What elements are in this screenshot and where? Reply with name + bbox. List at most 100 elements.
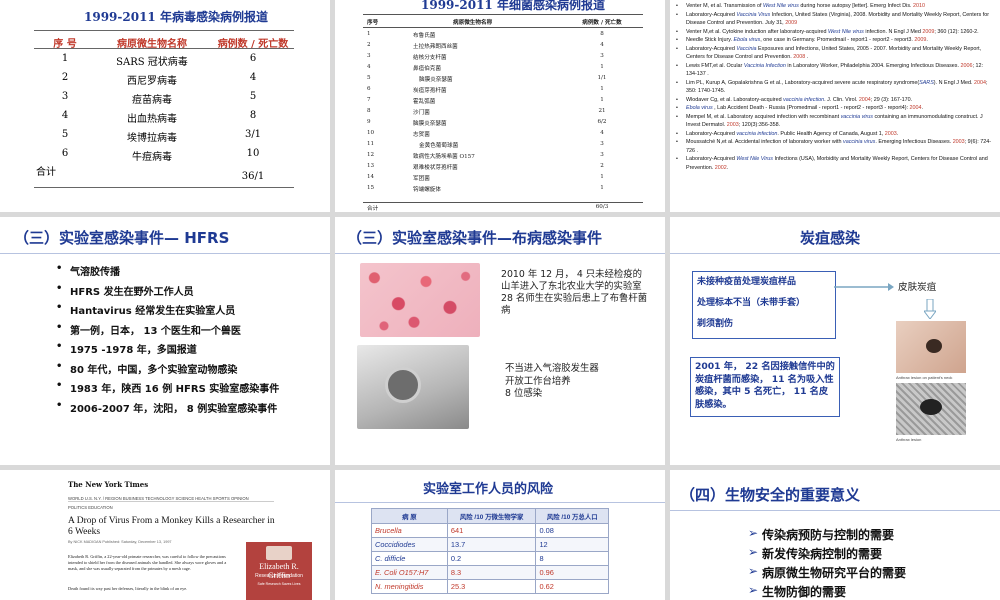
cell: 25.3 — [446, 579, 537, 594]
bullet-text: 生物防御的需要 — [762, 585, 847, 599]
bullet-item: • 80 年代，中国，多个实验室动物感染 — [56, 360, 238, 376]
cell: 结核分支杆菌 — [413, 55, 447, 61]
article-byline: By NICK MADIGAN Published: Saturday, Dec… — [68, 540, 172, 544]
section-nav-secondary: POLITICS EDUCATION — [68, 505, 113, 510]
cell: 641 — [446, 523, 537, 538]
cell: 12 — [535, 537, 609, 552]
total-value: 36/1 — [241, 171, 265, 182]
cell: 埃博拉病毒 — [127, 133, 177, 144]
virus-cases-table: 序 号 病原微生物名称 病例数 / 死亡数 1 SARS 冠状病毒 6 2 西尼… — [34, 30, 294, 188]
slide-thumbnail-anthrax[interactable]: 炭疽感染 未接种疫苗处理炭疽样品 处理标本不当（未带手套） 剃须割伤 皮肤炭疽 … — [670, 217, 1000, 465]
cell: 1 — [61, 53, 69, 64]
cell: 2 — [367, 42, 371, 48]
cell: 11 — [367, 141, 375, 147]
arrow-bullet-icon: ➢ — [748, 583, 759, 597]
cell: 3 — [600, 53, 604, 59]
skin-anthrax-label: 皮肤炭疽 — [898, 282, 937, 293]
cell: 6/2 — [597, 119, 607, 125]
slide-thumbnail-hfrs[interactable]: （三）实验室感染事件— HFRS • 气溶胶传播 • HFRS 发生在野外工作人员 … — [0, 217, 330, 465]
reference-item: • Laboratory-Acquired vaccinia infection.… — [676, 130, 899, 137]
slide-thumbnail-bacteria-cases[interactable]: 1999-2011 年细菌感染病例报道 序号 病原微生物名称 病例数 / 死亡数… — [335, 0, 665, 212]
slide-thumbnail-virus-cases[interactable]: 1999-2011 年病毒感染病例报道 序 号 病原微生物名称 病例数 / 死亡… — [0, 0, 330, 212]
cell: 3 — [600, 152, 604, 158]
reference-item: • Laboratory-Acquired Vaccinia Exposures … — [676, 45, 982, 61]
header-cell: 风险 /10 万总人口 — [535, 508, 609, 524]
cell: 8 — [249, 110, 257, 121]
cell: 金黄色葡萄球菌 — [419, 143, 459, 149]
cell: 0.2 — [446, 551, 537, 566]
cell: 8 — [600, 31, 604, 37]
nyt-logo: The New York Times — [68, 480, 149, 489]
cell: Brucella — [371, 523, 448, 538]
cell: 2 — [61, 72, 69, 83]
slide6-title: 炭疽感染 — [800, 229, 861, 247]
cell: 12 — [367, 152, 375, 158]
cell: 0.08 — [535, 523, 609, 538]
cell: 1 — [600, 174, 604, 180]
cell: 3 — [367, 53, 371, 59]
foundation-badge: Elizabeth R. Griffin Research Foundation… — [246, 542, 312, 600]
bullet-text: 新发传染病控制的需要 — [762, 547, 883, 561]
cell: 致病性大肠埃希菌 O157 — [413, 154, 475, 160]
header-cell: 病例数 / 死亡数 — [582, 20, 622, 26]
reference-item: • Laboratory-Acquired Vaccinia Virus Infe… — [676, 11, 990, 27]
cell: 1/1 — [597, 75, 607, 81]
bullet-item: • HFRS 发生在野外工作人员 — [56, 282, 194, 298]
reference-item: • Lim PL, Kurup A, Gopalakrishna G et al.… — [676, 79, 988, 95]
table-row: N. meningitidis 25.3 0.62 — [371, 579, 609, 594]
bullet-item: • 1983 年，陕西 16 例 HFRS 实验室感染事件 — [56, 380, 280, 395]
cause-line: 处理标本不当（未带手套） — [697, 298, 806, 308]
bullet-list: • 气溶胶传播 • HFRS 发生在野外工作人员 • Hantavirus 经常发生在… — [56, 263, 326, 419]
bullet-text: 1975 -1978 年，多国报道 — [70, 345, 197, 356]
arrow-bullet-icon: ➢ — [748, 564, 759, 578]
cell: 3 — [61, 91, 69, 102]
article-headline: A Drop of Virus From a Monkey Kills a Re… — [68, 516, 275, 537]
reference-item: • Lewis FMT,et al. Ocular Vaccinia Infect… — [676, 62, 983, 78]
slide-thumbnail-brucella[interactable]: （三）实验室感染事件—布病感染事件 2010 年 12 月， 4 只未经检疫的山… — [335, 217, 665, 465]
reference-item: • Laboratory-Acquired West Nile Virus Inf… — [676, 156, 988, 171]
cell: 钩端螺旋体 — [413, 187, 441, 193]
incident-description: 2010 年 12 月， 4 只未经检疫的山羊进入了东北农业大学的实验室 28 … — [501, 269, 648, 316]
cell: 5 — [61, 129, 69, 140]
cell: 13 — [367, 163, 375, 169]
bullet-item: • Hantavirus 经常发生在实验室人员 — [56, 302, 236, 317]
cell: 1 — [600, 86, 604, 92]
reference-item: • Venter M,et al. Cytokine induction afte… — [676, 28, 979, 35]
reference-item: • Wlodaver Cg, et al. Laboratory-acquired… — [676, 96, 913, 103]
cell: 9 — [367, 119, 371, 125]
cell: E. Coli O157:H7 — [371, 565, 448, 580]
cause-box: 未接种疫苗处理炭疽样品 处理标本不当（未带手套） 剃须割伤 — [692, 271, 836, 339]
cell: 0.96 — [535, 565, 609, 580]
bullet-text: 2006-2007 年，沈阳， 8 例实验室感染事件 — [70, 403, 278, 415]
lesion-closeup-image — [896, 383, 966, 435]
cause-line: 未接种疫苗处理炭疽样品 — [697, 277, 797, 287]
cell: 出血热病毒 — [127, 114, 177, 125]
bullet-item: • 第一例，日本， 13 个医生和一个兽医 — [56, 321, 241, 337]
bullet-text: HFRS 发生在野外工作人员 — [70, 286, 194, 298]
bullet-text: 80 年代，中国，多个实验室动物感染 — [70, 364, 238, 376]
cell: 5 — [249, 91, 257, 102]
slide-thumbnail-lab-risk[interactable]: 实验室工作人员的风险 病 原 风险 /10 万微生物学家 风险 /10 万总人口… — [335, 470, 665, 600]
bullet-item: • 气溶胶传播 — [56, 263, 120, 278]
slide4-title: （三）实验室感染事件— HFRS — [14, 229, 230, 247]
cell: 0.62 — [535, 579, 609, 594]
header-cell: 序号 — [367, 20, 379, 26]
image-caption: Anthrax lesion on patient's neck — [896, 375, 953, 380]
reference-list: • Venter M, et al. Transmission of West N… — [676, 2, 994, 172]
bullet-item: ➢ 新发传染病控制的需要 — [748, 545, 906, 564]
article-body: Elizabeth R. Griffin, a 22-year-old prim… — [68, 554, 227, 571]
bullet-text: Hantavirus 经常发生在实验室人员 — [70, 306, 236, 317]
cell: SARS 冠状病毒 — [116, 57, 188, 68]
slide-thumbnail-references[interactable]: • Venter M, et al. Transmission of West N… — [670, 0, 1000, 212]
image-caption: Anthrax lesion — [896, 437, 922, 442]
total-label: 合计 — [36, 167, 56, 178]
cell: 4 — [600, 42, 604, 48]
section-nav: WORLD U.S. N.Y. / REGION BUSINESS TECHNO… — [68, 496, 249, 501]
cell: 4 — [367, 64, 371, 70]
slide1-title: 1999-2011 年病毒感染病例报道 — [84, 10, 268, 24]
cell: 21 — [598, 108, 606, 114]
cell: 15 — [367, 185, 375, 191]
slide-thumbnail-biosafety-significance[interactable]: （四）生物安全的重要意义 ➢ 传染病预防与控制的需要 ➢ 新发传染病控制的需要 ➢ 病… — [670, 470, 1000, 600]
cell: 7 — [367, 97, 371, 103]
slide-thumbnail-nyt-article[interactable]: The New York Times WORLD U.S. N.Y. / REG… — [0, 470, 330, 600]
